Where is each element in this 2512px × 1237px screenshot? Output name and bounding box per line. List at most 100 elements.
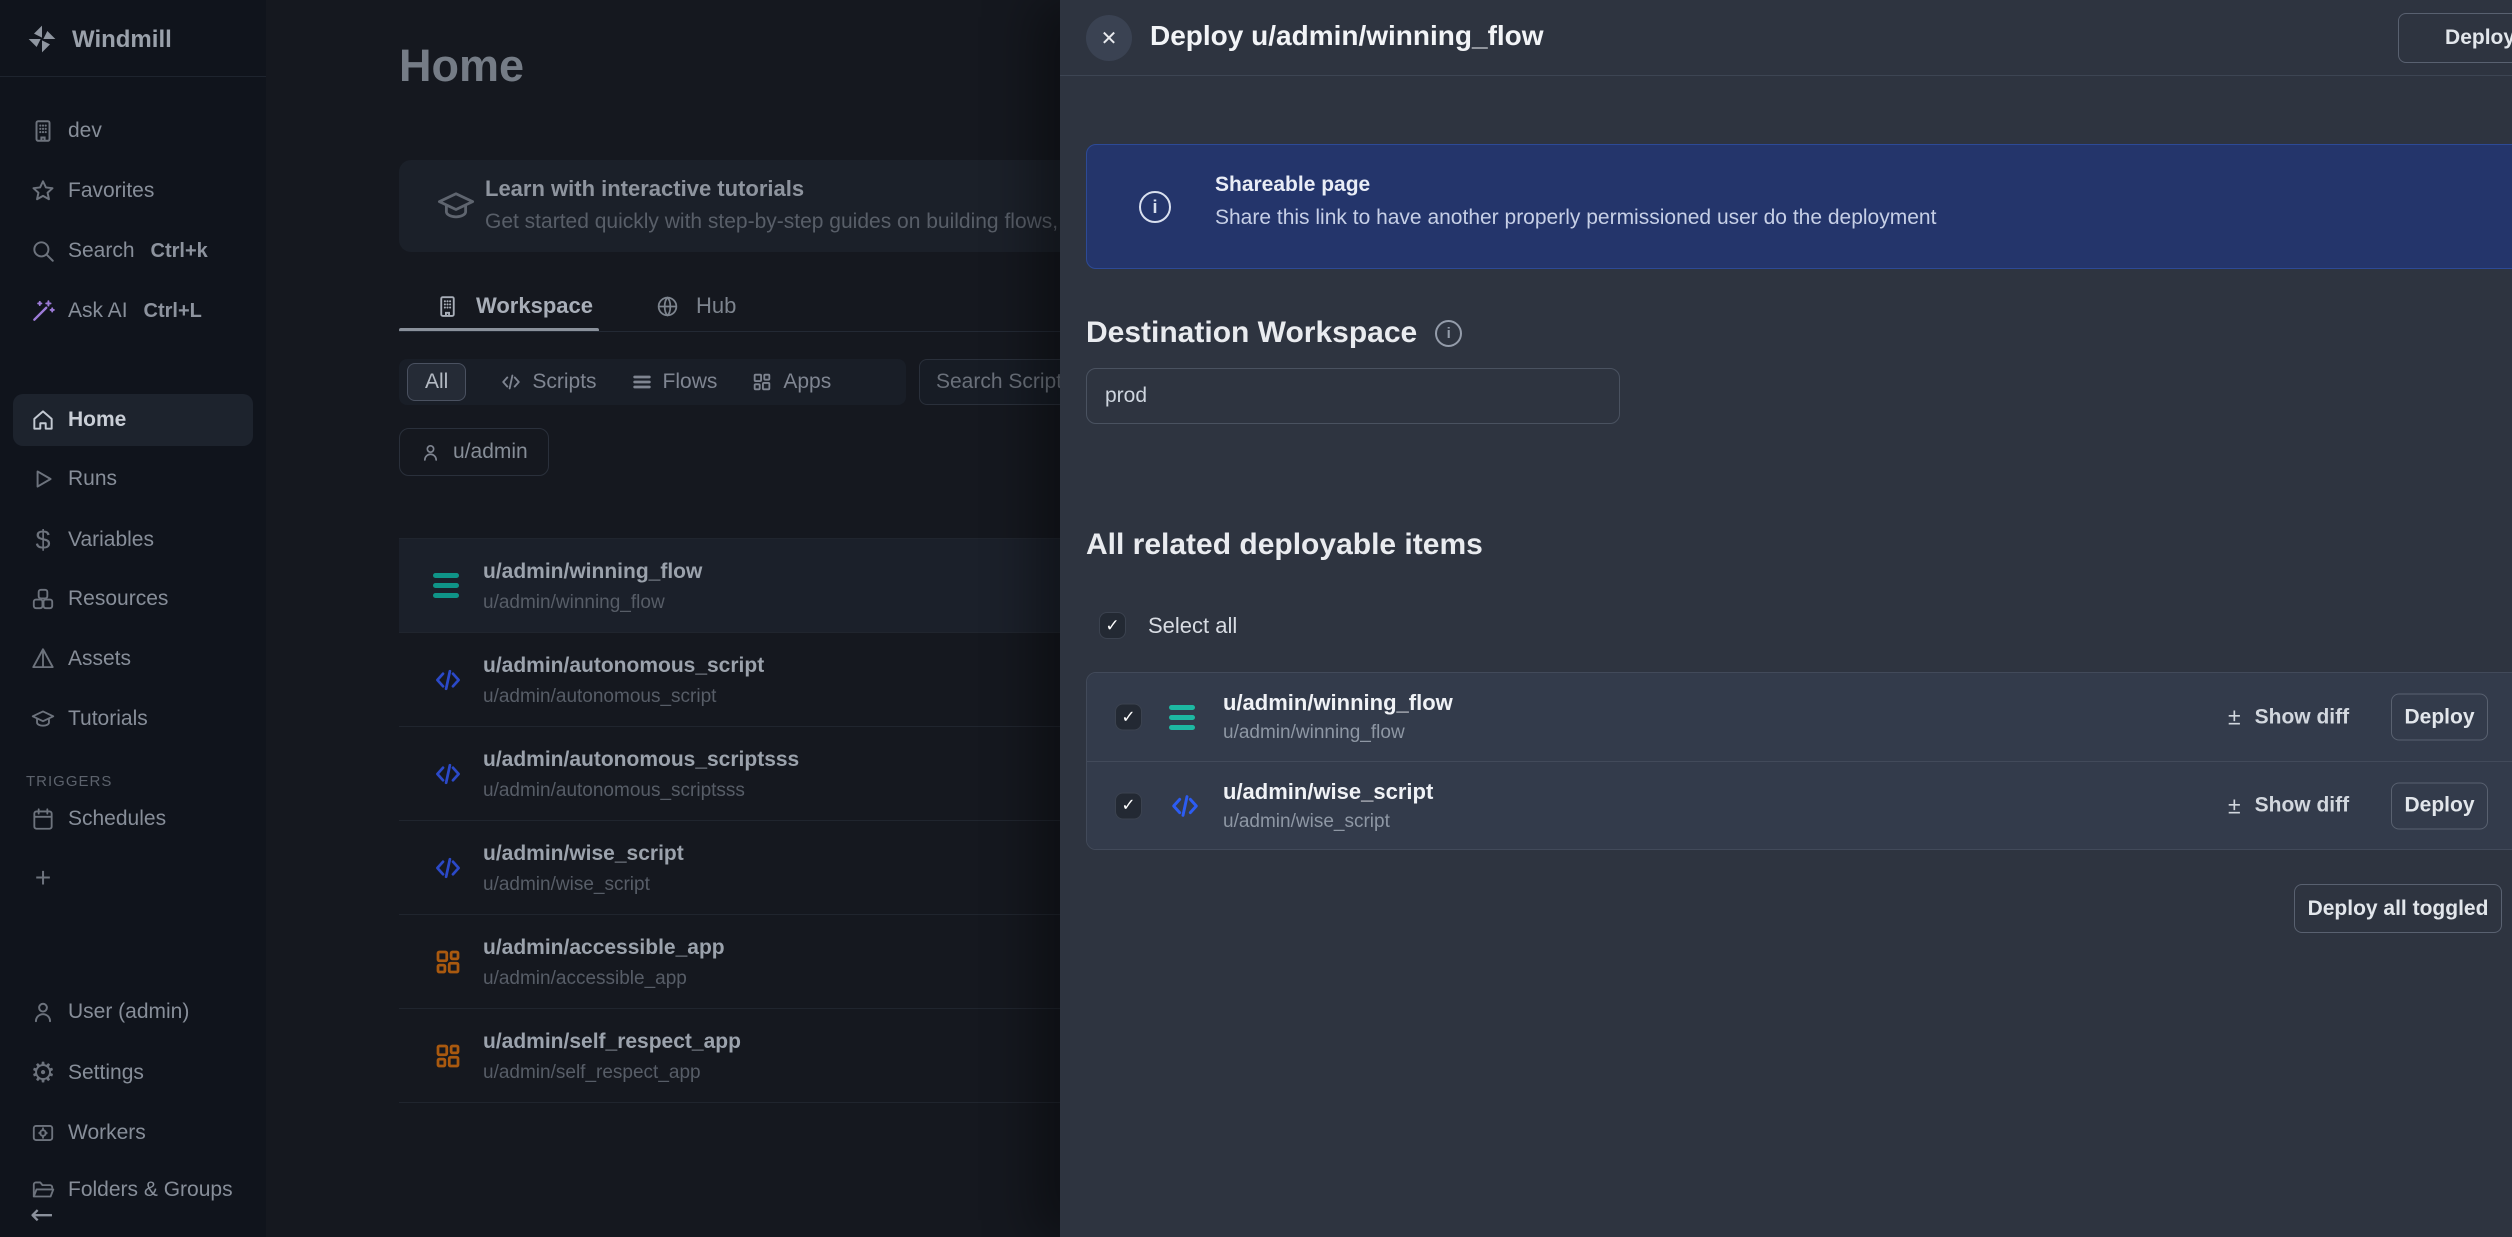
select-all-row: Select all	[1099, 612, 1237, 639]
filter-apps[interactable]: Apps	[751, 370, 831, 394]
item-path: u/admin/wise_script	[1223, 811, 1390, 833]
sidebar-item-label: Schedules	[68, 807, 166, 831]
user-icon	[30, 999, 56, 1025]
filter-flows[interactable]: Flows	[631, 370, 718, 394]
sidebar-item-label: Runs	[68, 467, 117, 491]
deploy-item-button[interactable]: Deploy	[2391, 782, 2488, 829]
deploy-drawer: Deploy u/admin/winning_flow Deploy All S…	[1060, 0, 2512, 1237]
filter-label: Scripts	[532, 370, 596, 394]
app-logo-row[interactable]: Windmill	[0, 0, 266, 77]
sidebar-item-favorites[interactable]: Favorites	[0, 161, 266, 221]
sidebar-item-runs[interactable]: Runs	[0, 449, 266, 509]
pyramid-icon	[30, 646, 56, 672]
show-diff-button[interactable]: Show diff	[2228, 704, 2349, 731]
collapse-sidebar-arrow-icon[interactable]	[30, 1198, 53, 1231]
tab-label: Hub	[696, 293, 736, 319]
sidebar-item-label: Home	[68, 408, 126, 432]
item-name: u/admin/wise_script	[1223, 779, 1433, 805]
show-diff-button[interactable]: Show diff	[2228, 792, 2349, 819]
deployable-item-row: u/admin/winning_flow u/admin/winning_flo…	[1087, 673, 2512, 761]
deploy-all-toggled-button[interactable]: Deploy all toggled	[2294, 884, 2502, 933]
shortcut-badge: Ctrl+k	[151, 240, 208, 262]
sidebar-item-label: Favorites	[68, 179, 154, 203]
close-button[interactable]	[1086, 15, 1132, 61]
item-checkbox[interactable]	[1115, 792, 1142, 819]
sidebar-item-label: Tutorials	[68, 707, 148, 731]
sidebar-item-schedules[interactable]: Schedules	[0, 789, 266, 849]
sidebar-item-label: Variables	[68, 528, 154, 552]
sidebar-item-resources[interactable]: Resources	[0, 569, 266, 629]
drawer-title: Deploy u/admin/winning_flow	[1150, 20, 1544, 52]
deployable-item-row: u/admin/wise_script u/admin/wise_script …	[1087, 761, 2512, 849]
sidebar-item-workers[interactable]: Workers	[0, 1105, 266, 1161]
graduation-cap-icon	[435, 185, 477, 227]
item-name: u/admin/winning_flow	[483, 560, 702, 584]
shareable-page-banner: Shareable page Share this link to have a…	[1086, 144, 2512, 269]
close-icon	[1101, 26, 1118, 50]
tab-hub[interactable]: Hub	[655, 283, 736, 329]
deploy-all-button[interactable]: Deploy All	[2398, 13, 2512, 63]
item-name: u/admin/winning_flow	[1223, 690, 1453, 716]
plus-minus-icon	[2228, 704, 2241, 731]
deployable-items-list: u/admin/winning_flow u/admin/winning_flo…	[1086, 672, 2512, 850]
sidebar-item-label: Ask AI	[68, 299, 128, 322]
graduation-cap-icon	[30, 706, 56, 732]
sidebar-item-label: dev	[68, 119, 102, 143]
deployable-items-heading: All related deployable items	[1086, 528, 1483, 562]
star-icon	[30, 178, 56, 204]
item-checkbox[interactable]	[1115, 704, 1142, 731]
sidebar-item-label: Resources	[68, 587, 168, 611]
workers-icon	[30, 1120, 56, 1146]
info-icon[interactable]	[1435, 320, 1462, 347]
filter-all[interactable]: All	[407, 363, 466, 401]
owner-filter-chip[interactable]: u/admin	[399, 428, 549, 476]
app-grid-icon	[433, 947, 463, 977]
sidebar-item-label: User (admin)	[68, 1000, 189, 1024]
item-path: u/admin/winning_flow	[483, 592, 665, 614]
script-code-icon	[433, 665, 463, 695]
item-name: u/admin/autonomous_scriptsss	[483, 748, 799, 772]
app-grid-icon	[433, 1041, 463, 1071]
triggers-section-label: TRIGGERS	[26, 773, 112, 790]
sidebar: Windmill dev Favorites Search Ctrl+k	[0, 0, 266, 1237]
sidebar-item-tutorials[interactable]: Tutorials	[0, 689, 266, 749]
select-all-checkbox[interactable]	[1099, 612, 1126, 639]
sidebar-item-home[interactable]: Home	[13, 394, 253, 446]
building-icon	[30, 118, 56, 144]
filter-label: Apps	[783, 370, 831, 394]
banner-title: Shareable page	[1215, 173, 1370, 197]
script-code-icon	[433, 759, 463, 789]
sidebar-item-label: Folders & Groups	[68, 1178, 233, 1202]
sidebar-item-workspace-dev[interactable]: dev	[0, 101, 266, 161]
banner-text: Share this link to have another properly…	[1215, 206, 1936, 230]
item-path: u/admin/wise_script	[483, 874, 650, 896]
sidebar-add-button[interactable]	[0, 850, 266, 906]
sidebar-item-settings[interactable]: Settings	[0, 1045, 266, 1101]
tab-workspace[interactable]: Workspace	[435, 283, 593, 329]
destination-workspace-heading: Destination Workspace	[1086, 316, 1462, 350]
building-icon	[435, 294, 460, 319]
sidebar-item-ask-ai[interactable]: Ask AICtrl+L	[0, 281, 266, 341]
sidebar-item-search[interactable]: Search Ctrl+k	[0, 221, 266, 281]
plus-icon	[30, 865, 56, 891]
sidebar-item-variables[interactable]: Variables	[0, 510, 266, 570]
destination-workspace-input[interactable]	[1086, 368, 1620, 424]
page-title: Home	[399, 40, 524, 92]
sidebar-item-assets[interactable]: Assets	[0, 629, 266, 689]
sidebar-item-label: Search	[68, 239, 135, 262]
sidebar-item-label: Workers	[68, 1121, 146, 1145]
item-name: u/admin/self_respect_app	[483, 1030, 741, 1054]
deploy-item-button[interactable]: Deploy	[2391, 694, 2488, 741]
item-name: u/admin/wise_script	[483, 842, 684, 866]
sidebar-item-user[interactable]: User (admin)	[0, 984, 266, 1040]
flow-icon	[1169, 701, 1201, 733]
globe-icon	[655, 294, 680, 319]
home-icon	[30, 407, 56, 433]
sidebar-item-label: Assets	[68, 647, 131, 671]
code-icon	[500, 371, 522, 393]
dollar-icon	[30, 527, 56, 553]
filter-scripts[interactable]: Scripts	[500, 370, 596, 394]
item-path: u/admin/self_respect_app	[483, 1062, 701, 1084]
script-code-icon	[1169, 790, 1201, 822]
item-path: u/admin/autonomous_script	[483, 686, 716, 708]
